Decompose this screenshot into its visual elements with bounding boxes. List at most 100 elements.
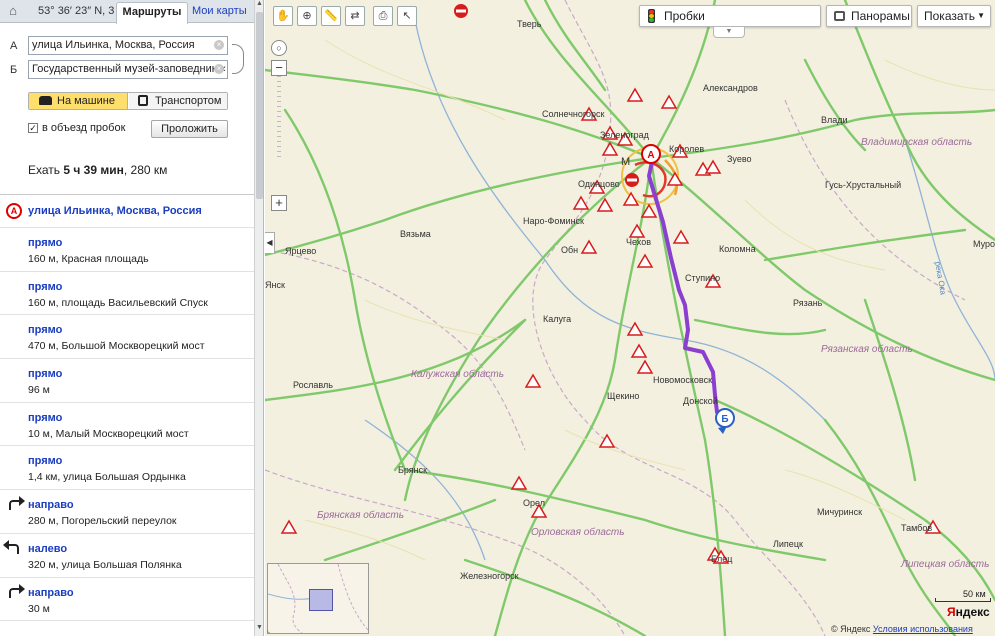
label-yartsevo: Ярцево [285,246,316,256]
route-step-item[interactable]: прямо 96 м [0,359,254,403]
point-b-label: Б [10,64,18,76]
start-marker-icon: А [6,203,22,219]
ruler-icon[interactable]: 📏 [321,6,341,26]
coordinates-readout: 53° 36′ 23″ N, 38 [38,5,114,17]
avoid-traffic-checkbox[interactable]: ✓ [28,123,38,133]
route-step-item[interactable]: налево 320 м, улица Большая Полянка [0,534,254,578]
label-vyazma: Вязьма [400,229,431,239]
label-yelets: Елец [711,554,732,564]
step-detail: 10 м, Малый Москворецкий мост [28,427,189,440]
mode-transit-button[interactable]: Транспортом [129,93,227,109]
collapse-panel-button[interactable]: ◀ [265,232,275,254]
route-to-value: Государственный музей-заповедник « [32,63,226,75]
turn-right-icon [9,496,25,511]
route-step-item[interactable]: прямо 160 м, Красная площадь [0,228,254,272]
road-warning-icon [580,239,598,254]
minimap-viewport[interactable] [309,589,333,611]
minimap-resize-icon[interactable]: ⌞ [267,626,270,634]
panel-scrollbar[interactable]: ▲ ▼ [254,0,263,636]
traffic-toggle-button[interactable]: Пробки [639,5,821,27]
brand-first-letter: Я [947,605,956,619]
route-step-item[interactable]: прямо 160 м, площадь Васильевский Спуск [0,272,254,316]
label-bryansk: Брянск [398,465,427,475]
route-tool-icon[interactable]: ⇄ [345,6,365,26]
label-tambov: Тамбов [901,523,932,533]
zoom-area-icon[interactable]: ⊕ [297,6,317,26]
step-direction: направо [28,586,74,599]
label-naro: Наро-Фоминск [523,216,584,226]
step-detail: 280 м, Погорельский переулок [28,515,177,528]
print-icon[interactable]: ⎙ [373,6,393,26]
hand-tool-icon[interactable]: ✋ [273,6,293,26]
panoramas-button[interactable]: Панорамы [826,5,912,27]
turn-left-icon [3,539,19,554]
road-warning-icon [510,475,528,490]
route-summary: Ехать 5 ч 39 мин, 280 км [28,163,167,177]
route-step-item[interactable]: направо 280 м, Погорельский переулок [0,490,254,534]
no-entry-icon [625,173,639,187]
label-novomoskovsk: Новомосковск [653,375,712,385]
zoom-out-button[interactable]: − [271,60,287,76]
route-to-input[interactable]: Государственный музей-заповедник « × [28,60,228,79]
label-vladimir-region: Владимирская область [861,136,972,148]
scroll-up-arrow[interactable]: ▲ [255,0,263,10]
zoom-reset-icon[interactable]: ○ [271,40,287,56]
tab-my-maps[interactable]: Мои карты [192,5,247,17]
road-warning-icon [626,321,644,336]
map-toolbar: ✋ ⊕ 📏 ⇄ ⎙ ↖ [273,6,417,28]
road-warning-icon [636,359,654,374]
label-chekhov: Чехов [626,237,651,247]
mode-car-button[interactable]: На машине [29,93,128,109]
zoom-in-button[interactable]: + [271,195,287,211]
terms-of-use-link[interactable]: Условия использования [873,624,973,634]
tab-routes[interactable]: Маршруты [116,2,188,24]
label-gus: Гусь-Хрустальный [825,180,901,190]
panorama-icon [834,11,845,21]
road-warning-icon [280,519,298,534]
road-warning-icon [626,87,644,102]
route-panel: ⌂ 53° 36′ 23″ N, 38 Маршруты Мои карты А… [0,0,264,636]
route-step-item[interactable]: прямо 470 м, Большой Москворецкий мост [0,315,254,360]
scroll-thumb[interactable] [256,12,263,199]
route-start-item[interactable]: А улица Ильинка, Москва, Россия [0,195,254,228]
clear-from-icon[interactable]: × [214,40,224,50]
overview-minimap[interactable] [267,563,369,634]
step-detail: 160 м, площадь Васильевский Спуск [28,296,208,309]
route-step-item[interactable]: прямо 10 м, Малый Москворецкий мост [0,403,254,447]
label-zelenograd: Зеленоград [600,130,650,140]
no-entry-icon [454,4,468,18]
scroll-down-arrow[interactable]: ▼ [255,624,263,634]
route-step-item[interactable]: направо 30 м [0,578,254,622]
map-view[interactable]: А Б Тверь Александров Влади Гусь-Хрустал… [265,0,995,636]
step-detail: 470 м, Большой Москворецкий мост [28,340,205,353]
road-warning-icon [672,229,690,244]
label-solnechnogorsk: Солнечногорск [542,109,604,119]
traffic-expand-tab[interactable]: ▼ [713,27,745,38]
label-donskoy: Донской [683,396,718,406]
clear-to-icon[interactable]: × [214,64,224,74]
label-shchekino: Щекино [607,391,639,401]
turn-right-icon [9,583,25,598]
label-kaluga-region: Калужская область [411,368,504,380]
road-warning-icon [660,94,678,109]
route-step-item[interactable]: прямо 1,4 км, улица Большая Ордынка [0,446,254,491]
build-route-button[interactable]: Проложить [151,120,228,138]
route-from-value: улица Ильинка, Москва, Россия [32,39,195,51]
bus-icon [138,95,148,106]
step-direction: прямо [28,280,63,293]
marker-a-icon[interactable]: А [641,144,661,164]
label-stupino: Ступино [685,273,720,283]
select-arrow-icon[interactable]: ↖ [397,6,417,26]
route-from-input[interactable]: улица Ильинка, Москва, Россия × [28,36,228,55]
label-aleksandrov: Александров [703,83,758,93]
road-warning-icon [524,373,542,388]
label-bryansk-region: Брянская область [317,509,404,521]
home-icon[interactable]: ⌂ [4,3,22,19]
label-korolev: Королев [669,144,704,154]
step-direction: направо [28,499,74,512]
swap-points-icon[interactable] [232,44,244,74]
show-layers-dropdown[interactable]: Показать ▼ [917,5,991,27]
marker-b-icon[interactable]: Б [715,408,735,434]
map-canvas[interactable]: А Б Тверь Александров Влади Гусь-Хрустал… [265,0,995,636]
zoom-slider-track[interactable] [277,76,281,158]
